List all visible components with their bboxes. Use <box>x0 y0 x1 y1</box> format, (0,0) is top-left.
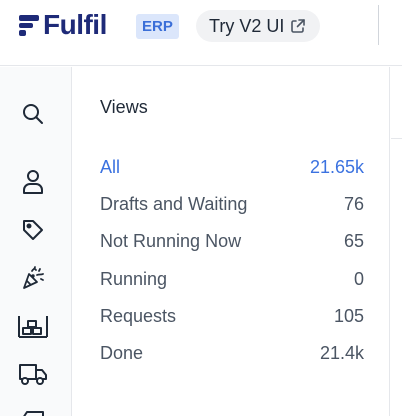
try-v2-ui-label: Try V2 UI <box>209 15 285 36</box>
content-divider <box>391 138 402 139</box>
brand-name: Fulfil <box>43 9 107 40</box>
view-item-count: 65 <box>343 230 364 251</box>
try-v2-ui-button[interactable]: Try V2 UI <box>196 10 321 42</box>
view-item[interactable]: Running 0 <box>100 266 364 292</box>
view-item[interactable]: Drafts and Waiting 76 <box>100 191 364 217</box>
user-icon[interactable] <box>18 167 48 197</box>
view-item-label: Drafts and Waiting <box>100 193 248 214</box>
view-item-count: 0 <box>353 268 364 289</box>
box-icon[interactable] <box>18 405 48 416</box>
party-popper-icon[interactable] <box>18 263 48 293</box>
view-item-label: All <box>100 156 121 177</box>
search-icon[interactable] <box>18 99 48 129</box>
fulfil-logo-mark <box>19 14 39 36</box>
warehouse-icon[interactable] <box>18 311 48 341</box>
fulfil-logo[interactable]: Fulfil <box>19 10 107 40</box>
view-item-count: 21.65k <box>309 156 364 177</box>
view-item[interactable]: All 21.65k <box>100 154 364 180</box>
views-panel: Views All 21.65k Drafts and Waiting 76 Not R… <box>73 67 390 416</box>
icon-rail <box>0 67 72 416</box>
view-item-count: 105 <box>333 305 364 326</box>
tag-icon[interactable] <box>18 215 48 245</box>
view-item-count: 21.4k <box>319 342 364 363</box>
truck-icon[interactable] <box>18 359 48 389</box>
external-link-icon <box>291 19 306 33</box>
view-item[interactable]: Done 21.4k <box>100 340 364 366</box>
view-item[interactable]: Not Running Now 65 <box>100 228 364 254</box>
view-item-label: Done <box>100 342 144 363</box>
view-item-label: Requests <box>100 305 177 326</box>
view-item-label: Running <box>100 268 168 289</box>
view-item-count: 76 <box>343 193 364 214</box>
erp-badge: ERP <box>136 14 179 39</box>
view-item[interactable]: Requests 105 <box>100 303 364 329</box>
header-divider <box>378 5 379 45</box>
top-bar: Fulfil ERP Try V2 UI <box>0 0 402 66</box>
view-item-label: Not Running Now <box>100 230 242 251</box>
views-title: Views <box>100 97 148 117</box>
